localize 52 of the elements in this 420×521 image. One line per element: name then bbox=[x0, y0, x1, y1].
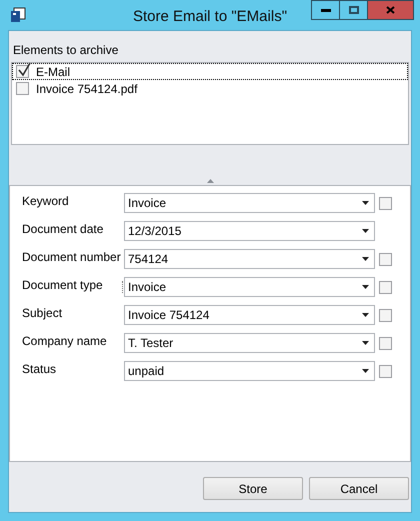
checkbox[interactable] bbox=[379, 365, 392, 378]
list-item[interactable]: E-Mail bbox=[12, 63, 408, 80]
field-label: Company name bbox=[22, 333, 108, 348]
minimize-icon bbox=[320, 8, 330, 12]
app-icon bbox=[10, 7, 26, 23]
dropdown-arrow-icon bbox=[362, 341, 369, 345]
dialog-button[interactable]: Store bbox=[203, 477, 303, 500]
combo-value: 12/3/2015 bbox=[128, 224, 182, 238]
dropdown-arrow-icon bbox=[362, 313, 369, 317]
combo-box[interactable]: T. Tester bbox=[124, 333, 375, 353]
dropdown-arrow-icon bbox=[362, 229, 369, 233]
combo-box[interactable]: Invoice 754124 bbox=[124, 305, 375, 325]
combo-box[interactable]: 754124 bbox=[124, 249, 375, 269]
item-label: E-Mail bbox=[36, 64, 70, 78]
dropdown-arrow-icon bbox=[362, 285, 369, 289]
maximize-icon bbox=[348, 6, 358, 14]
combo-box[interactable]: Invoice bbox=[124, 193, 375, 213]
window-title: Store Email to "EMails" bbox=[132, 7, 288, 27]
field-label: Status bbox=[22, 361, 58, 376]
field-label: Document number bbox=[22, 249, 122, 264]
combo-value: Invoice bbox=[128, 280, 168, 294]
combo-value: Invoice bbox=[128, 196, 168, 210]
combo-box[interactable]: Invoice bbox=[124, 277, 375, 297]
combo-value: 754124 bbox=[128, 252, 170, 266]
field-label: Document type bbox=[22, 277, 104, 292]
field-label: Subject bbox=[22, 305, 64, 320]
field-label: Keyword bbox=[22, 193, 70, 208]
checkbox[interactable] bbox=[379, 309, 392, 322]
list-item[interactable]: Invoice 754124.pdf bbox=[12, 80, 408, 97]
combo-value: Invoice 754124 bbox=[128, 308, 210, 322]
section-label: Elements to archive bbox=[13, 43, 120, 57]
close-button[interactable] bbox=[368, 0, 414, 20]
checkbox[interactable] bbox=[16, 82, 29, 95]
checkbox[interactable] bbox=[379, 337, 392, 350]
close-icon bbox=[386, 6, 395, 14]
checkbox[interactable] bbox=[379, 253, 392, 266]
checkbox[interactable] bbox=[379, 197, 392, 210]
checkmark-icon bbox=[18, 62, 31, 77]
item-label: Invoice 754124.pdf bbox=[36, 82, 138, 96]
checkbox[interactable] bbox=[16, 65, 29, 78]
splitter-arrow-icon[interactable] bbox=[206, 179, 214, 183]
combo-box[interactable]: unpaid bbox=[124, 361, 375, 381]
checkbox[interactable] bbox=[379, 281, 392, 294]
dropdown-arrow-icon bbox=[362, 201, 369, 205]
dropdown-arrow-icon bbox=[362, 257, 369, 261]
minimize-button[interactable] bbox=[311, 0, 340, 20]
combo-value: T. Tester bbox=[128, 336, 174, 350]
combo-value: unpaid bbox=[128, 364, 166, 378]
dialog-button[interactable]: Cancel bbox=[309, 477, 409, 500]
field-label: Document date bbox=[22, 221, 104, 236]
combo-box[interactable]: 12/3/2015 bbox=[124, 221, 375, 241]
dropdown-arrow-icon bbox=[362, 369, 369, 373]
